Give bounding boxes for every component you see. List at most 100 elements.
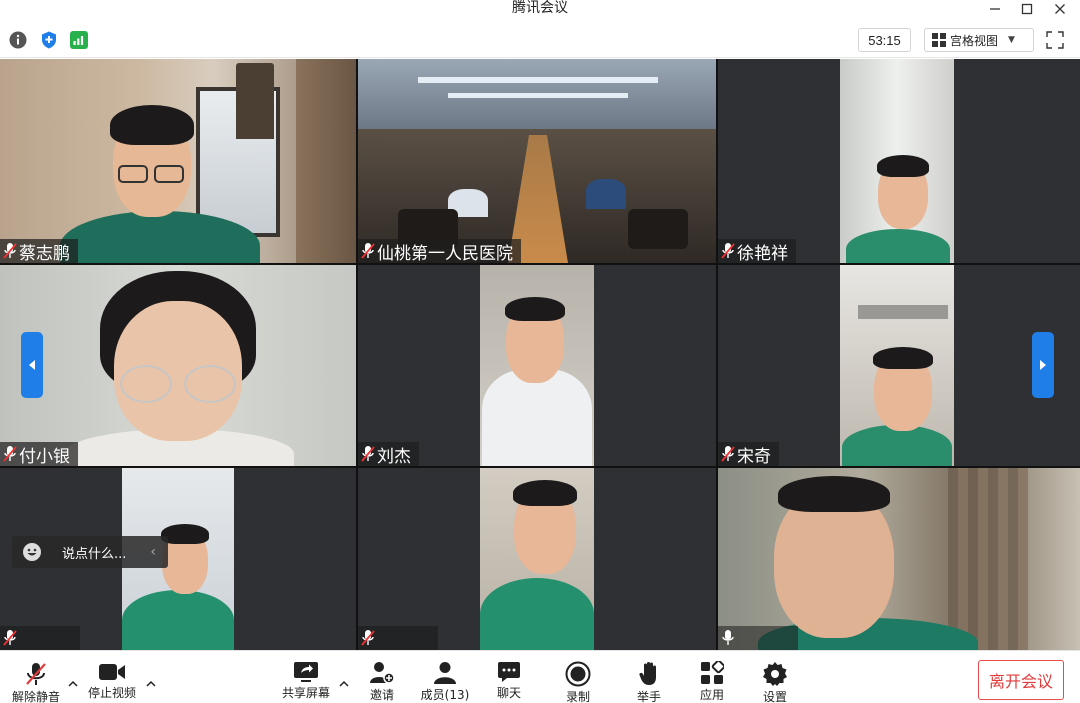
members-label: 成员(13) [420,688,470,702]
participant-name-tag: 徐艳祥 [718,239,796,263]
invite-button[interactable]: 邀请 [366,661,398,702]
stop-video-label: 停止视频 [88,686,137,700]
fullscreen-button[interactable] [1044,30,1066,50]
chevron-right-icon [1040,360,1046,370]
next-page-button[interactable] [1032,332,1054,398]
chevron-up-icon [68,680,78,687]
settings-button[interactable]: 设置 [760,661,790,703]
participant-name-tag [718,626,798,650]
video-tile[interactable]: 蔡志鹏 [0,59,356,263]
stop-video-button[interactable]: 停止视频 [88,661,136,701]
mic-muted-icon [721,242,735,260]
collapse-chevron-icon[interactable]: ‹ [150,544,156,560]
mic-active-icon [721,629,735,647]
chevron-up-icon [339,680,349,687]
chevron-left-icon [29,360,35,370]
minimize-button[interactable] [980,0,1010,18]
video-tile[interactable] [358,468,716,650]
invite-label: 邀请 [369,688,394,702]
apps-button[interactable]: 应用 [697,661,727,702]
meeting-window: 腾讯会议 53:15 宫格视图 ▼ 蔡志鹏 仙桃第一人民医院 徐艳祥 付小银 刘… [0,0,1080,703]
shield-icon [42,31,56,49]
record-label: 录制 [565,690,590,703]
close-icon [1055,4,1065,14]
chevron-up-icon [146,680,156,687]
chat-label: 聊天 [496,686,521,700]
status-bar: 53:15 宫格视图 ▼ [0,22,1080,58]
emoji-icon [23,543,41,561]
info-icon [9,31,27,49]
video-tile[interactable]: 宋奇 [718,265,1080,466]
mic-muted-icon [3,629,17,647]
fullscreen-icon [1046,31,1064,49]
participant-name-tag: 宋奇 [718,442,779,466]
video-tile[interactable]: 仙桃第一人民医院 [358,59,716,263]
participant-name-tag: 付小银 [0,442,78,466]
meeting-timer: 53:15 [858,28,911,52]
apps-label: 应用 [699,688,724,702]
window-title: 腾讯会议 [512,0,568,16]
share-options-caret[interactable] [337,677,351,689]
network-button[interactable] [69,30,89,50]
participant-name: 付小银 [19,446,70,467]
participant-name-tag: 刘杰 [358,442,419,466]
bottom-toolbar: 解除静音 停止视频 共享屏幕 邀请 成员(13) 聊天 录制 举手 应用 设置 … [0,650,1080,703]
participant-name: 蔡志鹏 [19,243,70,264]
leave-meeting-button[interactable]: 离开会议 [978,660,1064,700]
mic-muted-icon [361,242,375,260]
prev-page-button[interactable] [21,332,43,398]
participant-name-tag [358,626,438,650]
close-button[interactable] [1045,0,1075,18]
mic-muted-icon [721,445,735,463]
title-bar: 腾讯会议 [0,0,1080,22]
mic-muted-icon [26,663,46,685]
raise-hand-icon [639,662,656,685]
video-options-caret[interactable] [144,677,158,689]
maximize-button[interactable] [1012,0,1042,18]
chat-icon [498,662,520,682]
video-tile-active-speaker[interactable] [718,468,1080,650]
unmute-label: 解除静音 [12,690,61,703]
share-screen-label: 共享屏幕 [282,686,331,700]
chat-button[interactable]: 聊天 [494,661,524,701]
grid-view-icon [932,33,946,47]
caret-down-icon: ▼ [1008,35,1015,45]
view-mode-dropdown[interactable]: 宫格视图 ▼ [924,28,1034,52]
mic-muted-icon [3,242,17,260]
record-button[interactable]: 录制 [562,661,594,703]
video-tile[interactable]: 徐艳祥 [718,59,1080,263]
security-button[interactable] [39,30,59,50]
participant-name: 刘杰 [377,446,411,467]
video-tile[interactable]: 刘杰 [358,265,716,466]
members-button[interactable]: 成员(13) [420,661,470,702]
minimize-icon [990,8,1000,10]
mic-muted-icon [361,445,375,463]
add-user-icon [370,662,395,684]
video-camera-icon [99,664,125,680]
view-mode-label: 宫格视图 [950,33,999,48]
members-icon [434,662,456,684]
quick-chat-input[interactable]: 说点什么... ‹ [12,536,168,568]
participant-name: 仙桃第一人民医院 [377,243,513,264]
participant-name: 徐艳祥 [737,243,788,264]
mic-muted-icon [361,629,375,647]
apps-icon [701,661,724,684]
unmute-button[interactable]: 解除静音 [12,661,61,703]
mic-muted-icon [3,445,17,463]
info-button[interactable] [8,30,28,50]
raise-hand-label: 举手 [636,690,661,703]
video-tile[interactable]: 付小银 [0,265,356,466]
participant-name-tag: 蔡志鹏 [0,239,78,263]
share-screen-icon [294,662,318,682]
participant-name-tag: 仙桃第一人民医院 [358,239,521,263]
chat-placeholder: 说点什么... [62,546,127,562]
record-icon [565,661,591,687]
share-screen-button[interactable]: 共享屏幕 [282,661,330,701]
gear-icon [763,662,787,686]
participant-name: 宋奇 [737,446,771,467]
audio-options-caret[interactable] [66,677,80,689]
raise-hand-button[interactable]: 举手 [634,661,664,703]
signal-icon [70,31,88,49]
settings-label: 设置 [762,690,787,703]
maximize-icon [1021,3,1033,15]
